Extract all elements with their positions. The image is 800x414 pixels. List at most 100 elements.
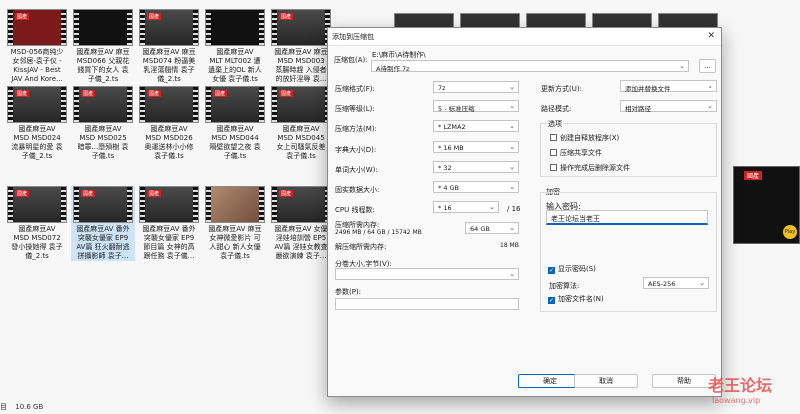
thumbnail-tag: 國產 [15, 190, 30, 197]
path-mode-select[interactable]: 相对路径 ⌄ [620, 100, 717, 113]
thumbnail-tag: 國產 [279, 13, 294, 20]
status-items: 目 [0, 403, 7, 411]
thumbnail-tag: 國產 [744, 171, 763, 180]
video-thumbnail[interactable]: 國產國產麻豆AV MSD MSD044 隔壁欲望之夜 袁 子儀.ts [203, 86, 267, 161]
thumbnail-image: 國產 [73, 186, 133, 223]
chevron-down-icon: ⌄ [509, 270, 515, 278]
format-value: 7z [438, 84, 446, 92]
dict-value: * 16 MB [438, 144, 464, 152]
dict-select[interactable]: * 16 MB ⌄ [433, 141, 519, 153]
thumbnail-tag: 國產 [147, 13, 162, 20]
thumbnail-image: 國產 [271, 9, 331, 46]
shared-files-label: 压缩共享文件 [560, 149, 602, 157]
thumbnail-tag: 國產 [213, 90, 228, 97]
enc-method-label: 加密算法: [549, 282, 580, 290]
video-thumbnail[interactable]: 國產 國產麻豆AV 麻豆 MSD074 粉逼美 乳淫蕩翹情 袁子 儀_2.ts [137, 9, 201, 84]
status-size: 10.6 GB [15, 403, 44, 411]
archive-name-value: A待制作.7z [376, 65, 410, 73]
sfx-checkbox[interactable]: 创建自释放程序(X) [550, 133, 619, 143]
chevron-down-icon: ⌄ [707, 102, 713, 110]
split-select[interactable]: ⌄ [335, 268, 519, 280]
dialog-title: 添加到压缩包 [332, 33, 374, 41]
thumbnail-tag: 國產 [81, 190, 96, 197]
mem-limit-select[interactable]: 64 GB ⌄ [465, 222, 519, 234]
chevron-down-icon: ⌄ [509, 163, 515, 171]
mem-decomp-value: 18 MB [500, 242, 519, 249]
threads-select[interactable]: * 16 ⌄ [433, 201, 499, 213]
level-select[interactable]: 5 - 标准压缩 ⌄ [433, 100, 519, 113]
chevron-down-icon: ⌄ [509, 143, 515, 151]
chevron-down-icon: ⌄ [707, 82, 713, 90]
video-thumbnail-right[interactable]: 國產 Play [733, 166, 800, 244]
chevron-down-icon: ⌄ [489, 203, 495, 211]
video-thumbnail[interactable]: 國產麻豆AV 麻豆 女神微愛影片 可 人甜心 新人女優 袁子儀.ts [203, 186, 267, 261]
thumbnail-label: 國產麻豆AV MSD MSD025 暗罪...墮殞樹 袁 子儀.ts [77, 125, 129, 160]
params-label: 参数(P): [335, 288, 362, 296]
help-button[interactable]: 帮助 [652, 374, 716, 388]
solid-select[interactable]: * 4 GB ⌄ [433, 181, 519, 193]
params-input[interactable] [335, 298, 519, 310]
video-thumbnail[interactable]: 國產國產麻豆AV 番外 突襲女優家 EP9 節目篇 女神的高 跟任務 袁子儀..… [137, 186, 201, 261]
play-badge: Play [783, 225, 797, 239]
word-value: * 32 [438, 164, 452, 172]
chevron-down-icon: ⌄ [509, 224, 515, 232]
show-password-checkbox[interactable]: ✓ 显示密码(S) [548, 264, 596, 274]
video-thumbnail[interactable]: 國產 國產麻豆AV MSD MSD072 發小操她得 袁子 儀_2.ts [5, 186, 69, 261]
thumbnail-image [205, 9, 265, 46]
shared-files-checkbox[interactable]: 压缩共享文件 [550, 148, 602, 158]
video-thumbnail[interactable]: 國產 國產麻豆AV 番外 突襲女優家 EP9 AV篇 狂火翻耐逃 拼攝影師 袁子.… [71, 186, 135, 261]
browse-button[interactable]: ... [699, 59, 716, 73]
archive-name-combo[interactable]: A待制作.7z ⌄ [371, 60, 689, 73]
encrypt-names-label: 加密文件名(N) [558, 295, 604, 303]
delete-after-label: 操作完成后删除源文件 [560, 164, 630, 172]
video-thumbnail[interactable]: 國產 國產麻豆AV 麻豆 MSD MSD003 蒸腸時趕 入侵者 的放奸淫辱 袁.… [269, 9, 333, 84]
thumbnail-image: 國產 [7, 9, 67, 46]
video-thumbnail[interactable]: 國產 國產麻豆AV MSD MSD045 女上司騷氣反差 袁子儀.ts [269, 86, 333, 161]
method-label: 压缩方法(M): [335, 125, 377, 133]
thumbnail-image: 國產 [139, 9, 199, 46]
video-thumbnail[interactable]: 國產 MSD-056商纯少 女邻居-袁子仪 - KissJAV - Best JA… [5, 9, 69, 84]
video-thumbnail[interactable]: 國產 國產麻豆AV MSD MSD025 暗罪...墮殞樹 袁 子儀.ts [71, 86, 135, 161]
path-mode-label: 路径模式: [541, 105, 572, 113]
status-bar: 目 10.6 GB [0, 398, 800, 414]
check-icon: ✓ [548, 297, 555, 304]
word-select[interactable]: * 32 ⌄ [433, 161, 519, 173]
path-mode-value: 相对路径 [625, 105, 651, 113]
watermark-logo: 老王论坛 [708, 376, 773, 395]
checkbox-box [550, 149, 557, 156]
thumbnail-tag: 國產 [147, 190, 162, 197]
encrypt-names-checkbox[interactable]: ✓ 加密文件名(N) [548, 294, 604, 304]
archive-path: E:\麻币\A待制作\ [372, 51, 426, 59]
thumbnail-image: 國產 [271, 186, 331, 223]
thumbnail-tag: 國產 [279, 190, 294, 197]
thumbnail-label: 國產麻豆AV MSD MSD044 隔壁欲望之夜 袁 子儀.ts [209, 125, 261, 160]
thumbnail-image: 國產 [139, 86, 199, 123]
update-select[interactable]: 添加并替换文件 ⌄ [620, 80, 717, 93]
video-thumbnail[interactable]: 國產 國產麻豆AV MSD MSD024 流暴明星的愛 袁 子儀_2.ts [5, 86, 69, 161]
cancel-button[interactable]: 取消 [574, 374, 638, 388]
format-select[interactable]: 7z ⌄ [433, 81, 519, 93]
thumbnail-label: 國產麻豆AV 番外 突襲女優家 EP9 節目篇 女神的高 跟任務 袁子儀... [142, 225, 196, 260]
threads-label: CPU 线程数: [335, 206, 375, 214]
enc-method-select[interactable]: AES-256 ⌄ [643, 277, 709, 289]
checkbox-box [550, 134, 557, 141]
video-thumbnail[interactable]: 國產 國產麻豆AV MSD MSD026 奥運送林小小修 袁子儀.ts [137, 86, 201, 161]
format-label: 压缩格式(F): [335, 85, 375, 93]
delete-after-checkbox[interactable]: 操作完成后删除源文件 [550, 163, 630, 173]
sfx-label: 创建自释放程序(X) [560, 134, 620, 142]
video-thumbnail[interactable]: 國產麻豆AV MLT MLT002 遭 遺棄上的OL 新人 女優 袁子儀.ts [203, 9, 267, 84]
password-input[interactable]: 老王论坛当老王 [546, 210, 708, 225]
check-icon: ✓ [548, 267, 555, 274]
method-select[interactable]: * LZMA2 ⌄ [433, 120, 519, 132]
video-thumbnail[interactable]: 國產麻豆AV 麻豆 MSD066 父親花 錢買下的女人 袁 子儀_2.ts [71, 9, 135, 84]
level-value: 5 - 标准压缩 [438, 105, 475, 113]
ok-button[interactable]: 确定 [518, 374, 582, 388]
close-icon[interactable]: ✕ [707, 31, 715, 41]
chevron-down-icon: ⌄ [509, 183, 515, 191]
dialog-titlebar[interactable]: 添加到压缩包 ✕ [328, 28, 721, 46]
video-thumbnail[interactable]: 國產國產麻豆AV 女優 淫娃培訓營 EP5 AV篇 淫娃女教查 嚴欲演練 袁子.… [269, 186, 333, 261]
level-label: 压缩等级(L): [335, 105, 375, 113]
thumbnail-label: 國產麻豆AV 女優 淫娃培訓營 EP5 AV篇 淫娃女教查 嚴欲演練 袁子... [274, 225, 328, 260]
thumbnail-label: MSD-056商纯少 女邻居-袁子仪 - KissJAV - Best JAV … [10, 48, 64, 83]
solid-value: * 4 GB [438, 184, 460, 192]
